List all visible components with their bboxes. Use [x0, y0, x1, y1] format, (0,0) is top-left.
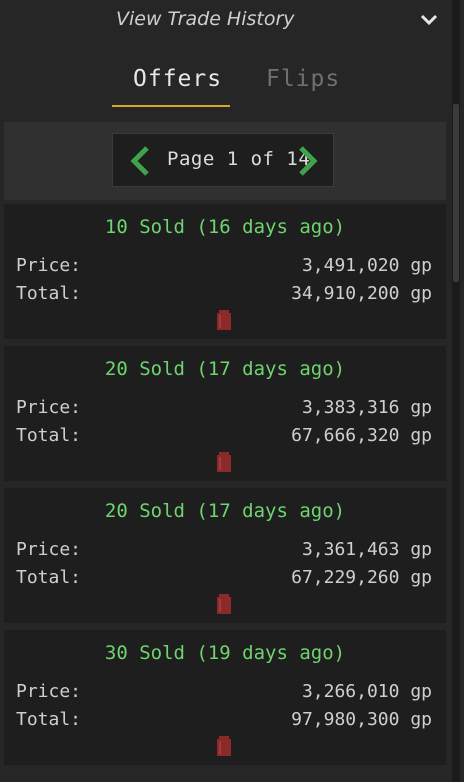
tab-flips[interactable]: Flips — [266, 66, 340, 92]
price-label: Price: — [16, 397, 82, 418]
trade-title: 30 Sold (19 days ago) — [104, 642, 346, 664]
trade-title: 20 Sold (17 days ago) — [104, 500, 346, 522]
price-label: Price: — [16, 539, 82, 560]
trade-card: 20 Sold (17 days ago) Price: 3,361,463 g… — [4, 488, 446, 623]
price-value: 3,491,020 gp — [301, 255, 432, 276]
chevron-down-icon[interactable] — [419, 10, 439, 30]
trash-icon[interactable] — [216, 736, 232, 756]
total-label: Total: — [16, 283, 82, 304]
total-label: Total: — [16, 425, 82, 446]
price-label: Price: — [16, 681, 82, 702]
scrollbar-thumb[interactable] — [453, 104, 459, 282]
active-tab-indicator — [112, 105, 230, 107]
page-indicator: Page 1 of 14 — [167, 148, 311, 170]
trade-card: 10 Sold (16 days ago) Price: 3,491,020 g… — [4, 204, 446, 339]
chevron-right-icon[interactable] — [297, 145, 319, 177]
chevron-left-icon[interactable] — [129, 145, 151, 177]
price-value: 3,361,463 gp — [301, 539, 432, 560]
total-value: 67,229,260 gp — [291, 567, 432, 588]
tab-offers[interactable]: Offers — [133, 66, 222, 92]
price-label: Price: — [16, 255, 82, 276]
price-value: 3,266,010 gp — [301, 681, 432, 702]
trash-icon[interactable] — [216, 594, 232, 614]
total-value: 34,910,200 gp — [291, 283, 432, 304]
trade-history-header[interactable]: View Trade History — [0, 0, 452, 42]
total-value: 97,980,300 gp — [291, 709, 432, 730]
trade-card: 30 Sold (19 days ago) Price: 3,266,010 g… — [4, 630, 446, 765]
header-title: View Trade History — [116, 8, 295, 30]
trash-icon[interactable] — [216, 452, 232, 472]
pagination-control: Page 1 of 14 — [112, 133, 334, 187]
trade-title: 10 Sold (16 days ago) — [104, 216, 346, 238]
price-value: 3,383,316 gp — [301, 397, 432, 418]
total-label: Total: — [16, 567, 82, 588]
trade-card: 20 Sold (17 days ago) Price: 3,383,316 g… — [4, 346, 446, 481]
trash-icon[interactable] — [216, 310, 232, 330]
trade-title: 20 Sold (17 days ago) — [104, 358, 346, 380]
total-value: 67,666,320 gp — [291, 425, 432, 446]
tab-bar: Offers Flips — [0, 58, 452, 110]
total-label: Total: — [16, 709, 82, 730]
